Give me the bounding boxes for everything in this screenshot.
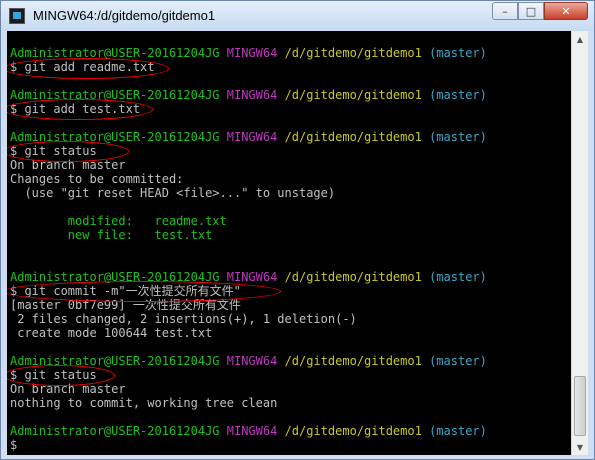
title-bar[interactable]: MINGW64:/d/gitdemo/gitdemo1 – □ ✕ bbox=[1, 1, 594, 31]
prompt-host: MINGW64 bbox=[226, 88, 278, 102]
output-line: Changes to be committed: bbox=[10, 172, 184, 186]
prompt-path: /d/gitdemo/gitdemo1 bbox=[284, 270, 422, 284]
minimize-button[interactable]: – bbox=[492, 2, 518, 20]
annotation-oval bbox=[7, 58, 169, 79]
prompt-host: MINGW64 bbox=[226, 270, 278, 284]
output-line: create mode 100644 test.txt bbox=[10, 326, 213, 340]
output-line: (use "git reset HEAD <file>..." to unsta… bbox=[10, 186, 336, 200]
prompt-line: Administrator@USER-20161204JG MINGW64 /d… bbox=[10, 424, 487, 439]
scroll-down-arrow-icon[interactable]: ▼ bbox=[572, 439, 588, 455]
prompt-host: MINGW64 bbox=[226, 130, 278, 144]
maximize-button[interactable]: □ bbox=[518, 2, 544, 20]
annotation-oval bbox=[7, 99, 153, 120]
prompt-host: MINGW64 bbox=[226, 46, 278, 60]
prompt-path: /d/gitdemo/gitdemo1 bbox=[284, 424, 422, 438]
prompt-branch: (master) bbox=[429, 46, 487, 60]
staged-file-line: modified: readme.txt bbox=[10, 214, 227, 228]
prompt-branch: (master) bbox=[429, 424, 487, 438]
staged-file-line: new file: test.txt bbox=[10, 228, 213, 242]
terminal-window: MINGW64:/d/gitdemo/gitdemo1 – □ ✕ Admini… bbox=[0, 0, 595, 460]
prompt-path: /d/gitdemo/gitdemo1 bbox=[284, 130, 422, 144]
prompt-user: Administrator@USER-20161204JG bbox=[10, 424, 220, 438]
prompt-path: /d/gitdemo/gitdemo1 bbox=[284, 354, 422, 368]
output-line: 2 files changed, 2 insertions(+), 1 dele… bbox=[10, 312, 357, 326]
annotation-oval bbox=[7, 281, 281, 302]
prompt-branch: (master) bbox=[429, 88, 487, 102]
prompt-host: MINGW64 bbox=[226, 424, 278, 438]
scroll-up-arrow-icon[interactable]: ▲ bbox=[572, 31, 588, 47]
output-line: nothing to commit, working tree clean bbox=[10, 396, 278, 410]
prompt-branch: (master) bbox=[429, 130, 487, 144]
annotation-oval bbox=[7, 141, 129, 162]
vertical-scrollbar[interactable]: ▲ ▼ bbox=[571, 31, 588, 455]
close-button[interactable]: ✕ bbox=[544, 2, 588, 20]
annotation-oval bbox=[7, 365, 115, 386]
input-prompt[interactable]: $ bbox=[10, 438, 17, 453]
prompt-branch: (master) bbox=[429, 270, 487, 284]
window-controls: – □ ✕ bbox=[492, 2, 588, 22]
prompt-path: /d/gitdemo/gitdemo1 bbox=[284, 46, 422, 60]
mingw-terminal-icon bbox=[9, 8, 25, 24]
prompt-host: MINGW64 bbox=[226, 354, 278, 368]
prompt-branch: (master) bbox=[429, 354, 487, 368]
window-title: MINGW64:/d/gitdemo/gitdemo1 bbox=[33, 8, 216, 23]
scrollbar-thumb[interactable] bbox=[574, 376, 586, 436]
terminal-output[interactable]: Administrator@USER-20161204JG MINGW64 /d… bbox=[7, 31, 571, 455]
prompt-path: /d/gitdemo/gitdemo1 bbox=[284, 88, 422, 102]
